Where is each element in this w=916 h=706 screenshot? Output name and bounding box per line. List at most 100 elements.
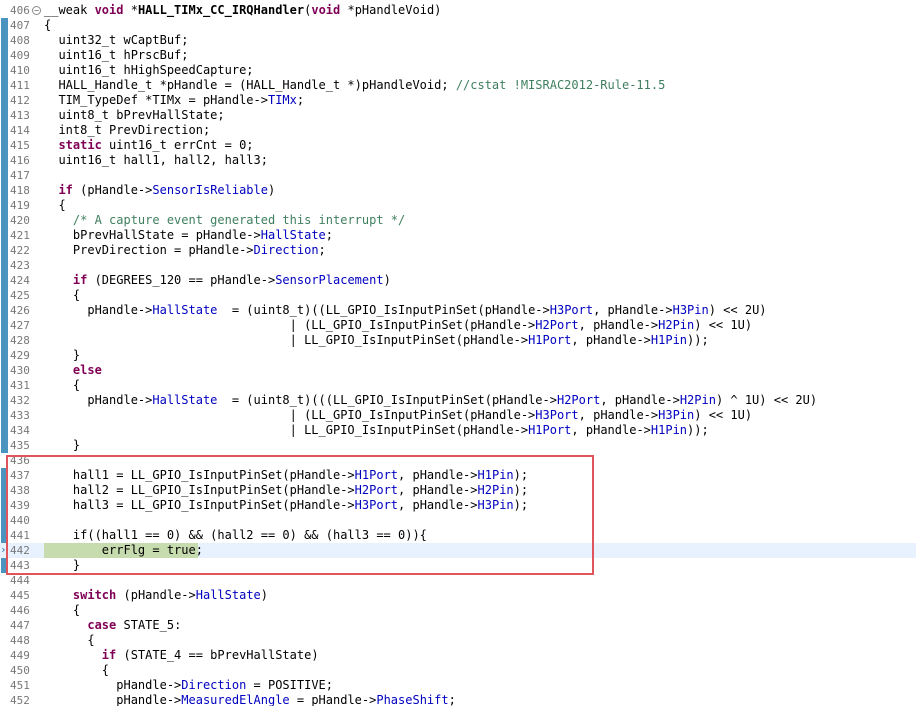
code-token: PrevDirection = pHandle->: [44, 243, 254, 257]
line-number: 435: [10, 439, 30, 452]
code-line[interactable]: 448 {: [0, 633, 916, 648]
code-line[interactable]: 434 | LL_GPIO_IsInputPinSet(pHandle->H1P…: [0, 423, 916, 438]
code-text: pHandle->HallState = (uint8_t)((LL_GPIO_…: [44, 303, 766, 318]
code-line[interactable]: 433 | (LL_GPIO_IsInputPinSet(pHandle->H3…: [0, 408, 916, 423]
code-text: case STATE_5:: [44, 618, 181, 633]
code-text: bPrevHallState = pHandle->HallState;: [44, 228, 333, 243]
code-token: (STATE_4 == bPrevHallState): [116, 648, 319, 662]
code-token: hall2 = LL_GPIO_IsInputPinSet(pHandle->: [44, 483, 355, 497]
code-line[interactable]: 441 if((hall1 == 0) && (hall2 == 0) && (…: [0, 528, 916, 543]
line-number: 411: [10, 79, 30, 92]
code-line[interactable]: 451 pHandle->Direction = POSITIVE;: [0, 678, 916, 693]
code-line[interactable]: 410 uint16_t hHighSpeedCapture;: [0, 63, 916, 78]
instruction-pointer-arrow-icon: ›: [0, 543, 7, 556]
line-number: 418: [10, 184, 30, 197]
code-line[interactable]: 419 {: [0, 198, 916, 213]
code-line[interactable]: 443 }: [0, 558, 916, 573]
code-text: | (LL_GPIO_IsInputPinSet(pHandle->H2Port…: [44, 318, 752, 333]
code-text: hall3 = LL_GPIO_IsInputPinSet(pHandle->H…: [44, 498, 528, 513]
code-line[interactable]: 422 PrevDirection = pHandle->Direction;: [0, 243, 916, 258]
code-line[interactable]: 437 hall1 = LL_GPIO_IsInputPinSet(pHandl…: [0, 468, 916, 483]
line-number: 415: [10, 139, 30, 152]
code-line[interactable]: 442 errFlg = true;: [0, 543, 916, 558]
line-number: 416: [10, 154, 30, 167]
code-text: | LL_GPIO_IsInputPinSet(pHandle->H1Port,…: [44, 333, 709, 348]
code-token: H3Pin: [672, 303, 709, 317]
code-text: {: [44, 663, 109, 678]
code-line[interactable]: 449 if (STATE_4 == bPrevHallState): [0, 648, 916, 663]
line-number: 409: [10, 49, 30, 62]
code-token: TIM_TypeDef *TIMx = pHandle->: [44, 93, 268, 107]
code-token: uint8_t bPrevHallState;: [44, 108, 225, 122]
code-lines[interactable]: 406− __weak void *HALL_TIMx_CC_IRQHandler…: [0, 3, 916, 706]
code-token: uint32_t wCaptBuf;: [44, 33, 189, 47]
code-line[interactable]: 430 else: [0, 363, 916, 378]
code-line[interactable]: 439 hall3 = LL_GPIO_IsInputPinSet(pHandl…: [0, 498, 916, 513]
code-line[interactable]: 417: [0, 168, 916, 183]
code-token: {: [44, 378, 81, 392]
code-line[interactable]: 409 uint16_t hPrscBuf;: [0, 48, 916, 63]
code-line[interactable]: 408 uint32_t wCaptBuf;: [0, 33, 916, 48]
code-line[interactable]: 438 hall2 = LL_GPIO_IsInputPinSet(pHandl…: [0, 483, 916, 498]
code-line[interactable]: 415 static uint16_t errCnt = 0;: [0, 138, 916, 153]
code-line[interactable]: 407 {: [0, 18, 916, 33]
code-line[interactable]: 440: [0, 513, 916, 528]
code-token: SensorIsReliable: [152, 183, 268, 197]
code-line[interactable]: 446 {: [0, 603, 916, 618]
code-line[interactable]: 436: [0, 453, 916, 468]
code-text: if (pHandle->SensorIsReliable): [44, 183, 275, 198]
code-line[interactable]: 414 int8_t PrevDirection;: [0, 123, 916, 138]
code-line[interactable]: 444: [0, 573, 916, 588]
code-line[interactable]: 420 /* A capture event generated this in…: [0, 213, 916, 228]
line-number: 440: [10, 514, 30, 527]
code-token: H2Port: [556, 393, 601, 407]
code-line[interactable]: 427 | (LL_GPIO_IsInputPinSet(pHandle->H2…: [0, 318, 916, 333]
code-line[interactable]: 452 pHandle->MeasuredElAngle = pHandle->…: [0, 693, 916, 706]
code-token: {: [44, 663, 110, 677]
collapse-minus-icon[interactable]: −: [32, 6, 41, 15]
code-token: bPrevHallState = pHandle->: [44, 228, 261, 242]
code-editor[interactable]: 406− __weak void *HALL_TIMx_CC_IRQHandler…: [0, 0, 916, 706]
code-token: , pHandle->: [398, 483, 478, 497]
code-line[interactable]: 428 | LL_GPIO_IsInputPinSet(pHandle->H1P…: [0, 333, 916, 348]
code-token: case: [87, 618, 117, 632]
code-token: pHandle->: [44, 693, 182, 706]
code-token: | (LL_GPIO_IsInputPinSet(pHandle->: [44, 408, 536, 422]
code-token: static: [58, 138, 102, 152]
code-line[interactable]: 412 TIM_TypeDef *TIMx = pHandle->TIMx;: [0, 93, 916, 108]
code-line[interactable]: 432 pHandle->HallState = (uint8_t)(((LL_…: [0, 393, 916, 408]
code-token: }: [44, 348, 81, 362]
code-line[interactable]: 423: [0, 258, 916, 273]
code-line[interactable]: 426 pHandle->HallState = (uint8_t)((LL_G…: [0, 303, 916, 318]
code-token: | LL_GPIO_IsInputPinSet(pHandle->: [44, 333, 529, 347]
code-line[interactable]: 445 switch (pHandle->HallState): [0, 588, 916, 603]
code-token: );: [513, 498, 529, 512]
code-token: | (LL_GPIO_IsInputPinSet(pHandle->: [44, 318, 536, 332]
code-line[interactable]: 418 if (pHandle->SensorIsReliable): [0, 183, 916, 198]
code-token: H2Port: [535, 318, 579, 332]
code-text: {: [44, 603, 80, 618]
code-line[interactable]: 421 bPrevHallState = pHandle->HallState;: [0, 228, 916, 243]
code-token: , pHandle->: [398, 468, 478, 482]
code-line[interactable]: 416 uint16_t hall1, hall2, hall3;: [0, 153, 916, 168]
code-line[interactable]: 425 {: [0, 288, 916, 303]
code-line[interactable]: 413 uint8_t bPrevHallState;: [0, 108, 916, 123]
code-line[interactable]: 447 case STATE_5:: [0, 618, 916, 633]
code-token: H3Port: [354, 498, 399, 512]
code-token: = pHandle->: [289, 693, 377, 706]
code-token: TIMx: [267, 93, 297, 107]
code-line[interactable]: 435 }: [0, 438, 916, 453]
code-line[interactable]: 424 if (DEGREES_120 == pHandle->SensorPl…: [0, 273, 916, 288]
code-line[interactable]: 450 {: [0, 663, 916, 678]
code-text: | (LL_GPIO_IsInputPinSet(pHandle->H3Port…: [44, 408, 752, 423]
code-token: if: [72, 273, 88, 287]
code-line[interactable]: 429 }: [0, 348, 916, 363]
line-number: 410: [10, 64, 30, 77]
code-line[interactable]: 406− __weak void *HALL_TIMx_CC_IRQHandler…: [0, 3, 916, 18]
code-line[interactable]: 411 HALL_Handle_t *pHandle = (HALL_Handl…: [0, 78, 916, 93]
code-line[interactable]: 431 {: [0, 378, 916, 393]
